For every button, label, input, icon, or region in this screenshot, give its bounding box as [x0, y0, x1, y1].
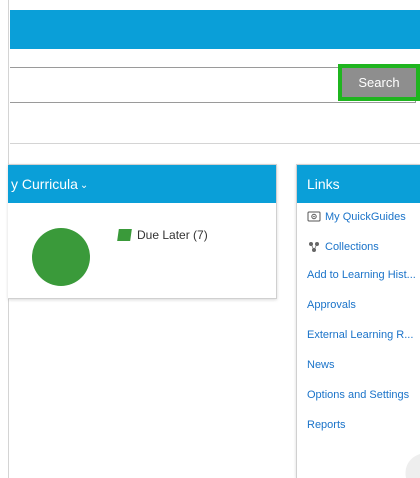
link-my-quickguides[interactable]: My QuickGuides	[307, 211, 406, 223]
link-external-learning[interactable]: External Learning R...	[307, 329, 413, 341]
link-approvals[interactable]: Approvals	[307, 299, 356, 311]
collections-icon	[309, 242, 319, 252]
link-label: Add to Learning Hist...	[307, 269, 416, 281]
link-label: Options and Settings	[307, 389, 410, 401]
legend-label: Due Later (7)	[137, 228, 208, 242]
link-news[interactable]: News	[307, 359, 335, 371]
legend-swatch-icon	[117, 229, 132, 241]
quickguide-icon	[307, 211, 321, 222]
curricula-panel-header[interactable]: y Curricula ⌄	[8, 165, 276, 203]
links-panel-header: Links	[297, 165, 420, 203]
watermark-icon	[405, 454, 420, 478]
link-collections[interactable]: Collections	[307, 241, 379, 253]
link-label: Reports	[307, 419, 346, 431]
link-label: News	[307, 359, 335, 371]
link-options-and-settings[interactable]: Options and Settings	[307, 389, 409, 401]
link-label: External Learning R...	[307, 329, 414, 341]
link-add-to-learning-history[interactable]: Add to Learning Hist...	[307, 269, 416, 281]
links-panel-title: Links	[307, 176, 340, 192]
link-label: My QuickGuides	[325, 211, 406, 223]
section-divider	[10, 143, 420, 144]
chevron-down-icon[interactable]: ⌄	[80, 167, 88, 203]
header-banner	[10, 10, 420, 49]
link-label: Approvals	[307, 299, 356, 311]
curricula-panel-title: y Curricula	[11, 176, 78, 192]
pie-legend: Due Later (7)	[117, 228, 208, 242]
pie-slice-due-later[interactable]	[32, 228, 90, 286]
curricula-pie-chart[interactable]	[31, 227, 91, 287]
link-label: Collections	[325, 241, 379, 253]
links-panel: Links My QuickGuides Collections Add to …	[296, 164, 420, 478]
link-reports[interactable]: Reports	[307, 419, 346, 431]
search-button[interactable]: Search	[338, 64, 420, 101]
curricula-panel: y Curricula ⌄ Due Later (7)	[8, 164, 277, 299]
